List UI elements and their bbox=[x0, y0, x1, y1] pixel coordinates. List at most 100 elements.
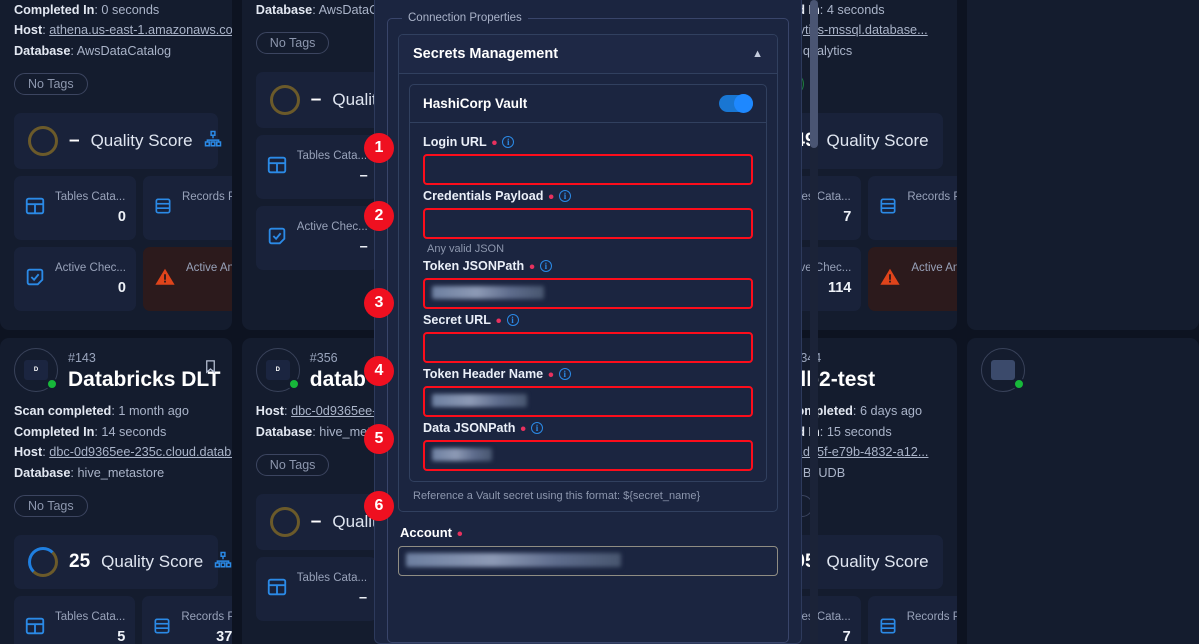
card-id: #344 bbox=[793, 350, 822, 365]
meta-link[interactable]: athena.us-east-1.amazonaws.com bbox=[49, 23, 232, 37]
table-icon bbox=[266, 154, 288, 181]
info-icon[interactable]: i bbox=[558, 368, 571, 380]
meta-row: Scan completed: 1 month ago bbox=[14, 404, 189, 418]
scrollbar-thumb[interactable] bbox=[810, 0, 818, 148]
lineage-icon[interactable] bbox=[214, 551, 232, 574]
stat-name: Records Pro... bbox=[181, 611, 231, 623]
stat-name: Tables Cata... bbox=[296, 150, 368, 163]
card-tag[interactable]: No Tags bbox=[14, 495, 88, 518]
vault-field: Token Header Name • i bbox=[423, 367, 753, 417]
token-jsonpath-input[interactable] bbox=[423, 278, 753, 309]
meta-value: 14 seconds bbox=[101, 424, 167, 439]
records-icon bbox=[878, 195, 898, 222]
stat-tile[interactable]: Records Pro... – bbox=[867, 596, 958, 644]
quality-score-ring bbox=[269, 507, 300, 538]
datastore-card[interactable]: AAthenaProfile completed: 3 weeks agoCom… bbox=[0, 0, 232, 330]
stat-value: 0 bbox=[186, 280, 232, 296]
quality-score-box[interactable]: 25 Quality Score bbox=[14, 535, 232, 589]
stat-value: – bbox=[182, 209, 232, 225]
redacted-value bbox=[432, 394, 527, 407]
stat-text: Active Ano... 0 bbox=[186, 262, 232, 296]
stat-name: Tables Cata... bbox=[55, 191, 126, 204]
account-label: Account • bbox=[400, 525, 778, 543]
vault-field: Login URL • i bbox=[423, 135, 753, 185]
quality-score-ring bbox=[28, 126, 58, 157]
stat-text: Records Pro... – bbox=[907, 191, 957, 225]
secret-url-input[interactable] bbox=[423, 332, 753, 363]
quality-score-box[interactable]: –Quality Score bbox=[14, 113, 221, 170]
meta-value: hive_metastore bbox=[77, 465, 165, 480]
data-jsonpath-input[interactable] bbox=[423, 440, 753, 471]
stat-tile[interactable]: Active Chec... – bbox=[255, 206, 378, 271]
stat-value: – bbox=[359, 239, 368, 256]
quality-score-value: – bbox=[310, 511, 322, 533]
login-url-input[interactable] bbox=[423, 154, 753, 185]
stat-value: – bbox=[359, 590, 368, 607]
required-asterisk-icon: • bbox=[457, 525, 463, 543]
stat-text: Tables Cata... – bbox=[297, 150, 368, 184]
datastore-card[interactable]: D #143 Databricks DLT Scan completed: 1 mon… bbox=[0, 338, 232, 644]
credentials-payload-input[interactable] bbox=[423, 208, 753, 239]
bookmark-icon[interactable] bbox=[203, 358, 218, 380]
required-asterisk-icon: • bbox=[495, 313, 502, 331]
stat-tile[interactable]: Active Chec... 0 bbox=[14, 247, 136, 312]
stat-tile[interactable]: Records Pro... – bbox=[868, 176, 958, 241]
stat-tile[interactable]: Tables Cata... 0 bbox=[14, 176, 136, 241]
stat-tile[interactable]: Records Pro... – bbox=[142, 176, 232, 241]
page-scrollbar[interactable] bbox=[810, 0, 818, 644]
stat-name: Records Pro... bbox=[907, 191, 957, 204]
card-tag[interactable]: No Tags bbox=[14, 73, 88, 96]
info-icon[interactable]: i bbox=[531, 422, 543, 434]
stat-name: Active Chec... bbox=[296, 221, 368, 234]
fieldset-legend: Connection Properties bbox=[408, 12, 522, 24]
chevron-up-icon[interactable]: ▲ bbox=[752, 48, 763, 60]
datastore-card[interactable] bbox=[967, 338, 1199, 644]
stat-tile[interactable]: Records Pro... 37.1K bbox=[142, 596, 232, 644]
meta-value: 1 month ago bbox=[118, 404, 189, 418]
quality-score-label: Quality Score bbox=[826, 131, 929, 151]
info-icon[interactable]: i bbox=[559, 190, 571, 202]
stat-tile[interactable]: Active Ano... – bbox=[868, 247, 958, 312]
lineage-icon[interactable] bbox=[204, 130, 222, 153]
card-stats: Tables Cata... 0 Records Pro... – Active Che… bbox=[14, 176, 232, 312]
card-header bbox=[981, 348, 1185, 392]
meta-link[interactable]: dbc-0d9365ee-235c.cloud.databr... bbox=[49, 445, 232, 459]
token-header-name-input[interactable] bbox=[423, 386, 753, 417]
stat-name: Tables Cata... bbox=[296, 572, 368, 585]
datastore-card[interactable] bbox=[967, 0, 1199, 330]
stat-value: 37.1K bbox=[216, 629, 232, 644]
alert-icon bbox=[878, 266, 902, 293]
annotation-badge-1: 1 bbox=[364, 133, 394, 163]
stat-value: – bbox=[911, 280, 957, 296]
stat-tile[interactable]: Active Ano... 0 bbox=[142, 247, 232, 312]
secrets-management-panel: Secrets Management ▲ HashiCorp Vault Log… bbox=[398, 34, 778, 512]
field-label: Token JSONPath • i bbox=[423, 259, 753, 275]
redacted-value bbox=[432, 448, 492, 461]
secrets-management-body: HashiCorp Vault Login URL • i Credentials P… bbox=[399, 74, 777, 511]
secrets-management-header[interactable]: Secrets Management ▲ bbox=[399, 35, 777, 74]
field-hint: Any valid JSON bbox=[427, 243, 505, 255]
info-icon[interactable]: i bbox=[502, 136, 515, 148]
hashicorp-vault-toggle[interactable] bbox=[719, 94, 753, 113]
card-meta: Scan completed: 1 month ago Completed In:… bbox=[14, 401, 232, 483]
info-icon[interactable]: i bbox=[506, 314, 519, 326]
stat-tile[interactable]: Tables Cata... – bbox=[255, 557, 378, 622]
card-tag[interactable]: No Tags bbox=[255, 32, 330, 55]
field-label-text: Token JSONPath bbox=[423, 259, 525, 273]
card-tag[interactable]: No Tags bbox=[255, 454, 330, 477]
field-label-text: Login URL bbox=[423, 135, 487, 149]
stat-tile[interactable]: Tables Cata... – bbox=[255, 135, 378, 200]
vault-field: Secret URL • i bbox=[423, 313, 753, 363]
account-redacted-value bbox=[406, 553, 621, 567]
stat-text: Active Ano... – bbox=[911, 262, 957, 296]
info-icon[interactable]: i bbox=[539, 260, 552, 272]
stat-name: Active Ano... bbox=[911, 262, 957, 275]
datastore-logo: D bbox=[14, 348, 58, 392]
field-label: Token Header Name • i bbox=[423, 367, 753, 383]
quality-score-ring bbox=[269, 85, 300, 116]
table-icon bbox=[24, 615, 46, 642]
account-select[interactable] bbox=[398, 546, 778, 576]
field-label: Secret URL • i bbox=[423, 313, 753, 331]
annotation-badge-4: 4 bbox=[364, 356, 394, 386]
stat-tile[interactable]: Tables Cata... 5 bbox=[14, 596, 136, 644]
